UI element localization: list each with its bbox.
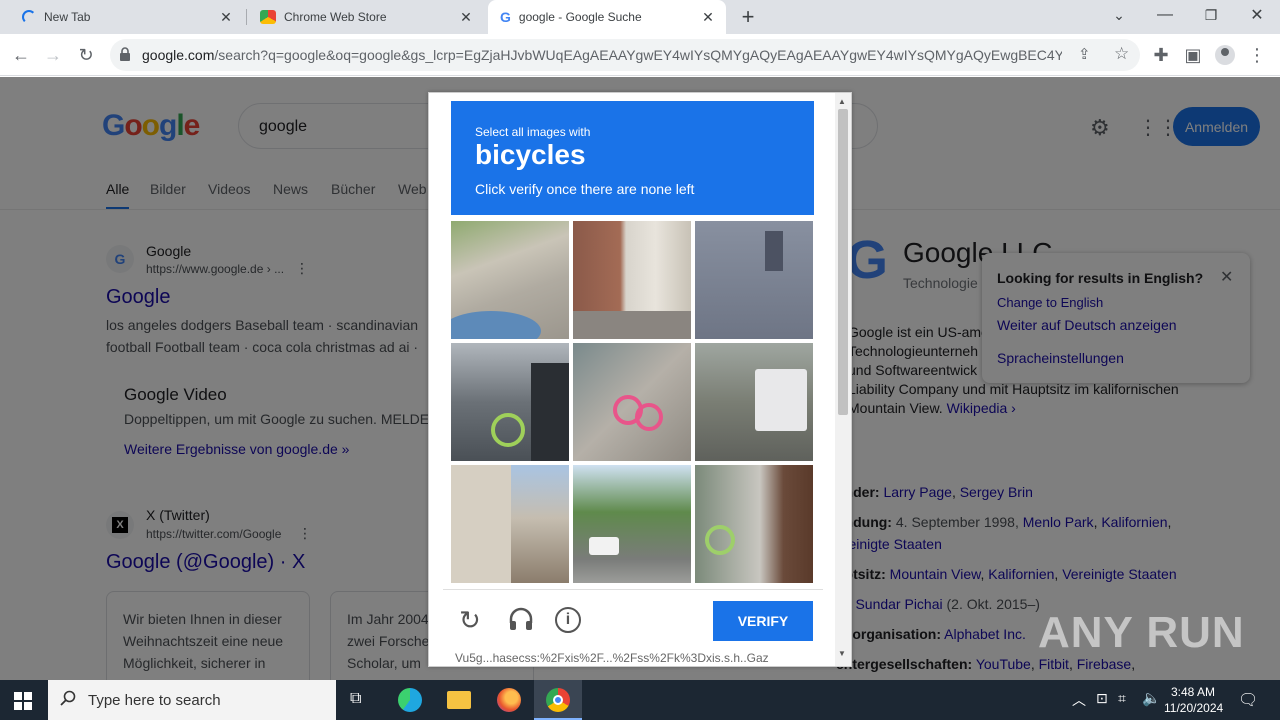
url-text: google.com/search?q=google&oq=google&gs_… bbox=[142, 47, 1062, 63]
network-icon[interactable]: ⊡ bbox=[1096, 690, 1108, 707]
kebab-menu-icon[interactable]: ⋮ bbox=[1244, 42, 1270, 68]
reload-icon[interactable]: ↻ bbox=[459, 605, 481, 636]
minimize-icon[interactable]: — bbox=[1152, 2, 1178, 28]
captcha-tile[interactable] bbox=[573, 465, 691, 583]
captcha-instruction: Select all images with bbox=[475, 125, 591, 139]
recaptcha-challenge: Select all images with bicycles Click ve… bbox=[428, 92, 852, 667]
headphones-icon[interactable] bbox=[507, 605, 535, 638]
taskbar-clock[interactable]: 3:48 AM 11/20/2024 bbox=[1164, 684, 1223, 716]
verify-button[interactable]: VERIFY bbox=[713, 601, 813, 641]
windows-taskbar: Type here to search ⧉ ︿ ⊡ ⌗ 🔈 3:48 AM 11… bbox=[0, 680, 1280, 720]
captcha-header: Select all images with bicycles Click ve… bbox=[451, 101, 814, 215]
close-icon[interactable]: ✕ bbox=[458, 9, 474, 25]
windows-start-icon[interactable] bbox=[14, 692, 32, 715]
chevron-up-icon[interactable]: ︿ bbox=[1072, 690, 1086, 710]
chevron-down-icon[interactable]: ⌄ bbox=[1106, 2, 1132, 28]
tab-chrome-web-store[interactable]: Chrome Web Store ✕ bbox=[248, 0, 484, 34]
new-tab-plus-icon[interactable]: + bbox=[735, 4, 761, 30]
ethernet-icon[interactable]: ⌗ bbox=[1118, 690, 1126, 707]
close-icon[interactable]: ✕ bbox=[700, 9, 716, 25]
chrome-taskbar-button[interactable] bbox=[534, 680, 582, 720]
restore-icon[interactable]: ❐ bbox=[1198, 2, 1224, 28]
info-icon[interactable]: i bbox=[555, 607, 581, 633]
taskbar-search-input[interactable]: Type here to search bbox=[48, 680, 336, 720]
chrome-web-store-icon bbox=[260, 10, 276, 24]
captcha-tile[interactable] bbox=[695, 221, 813, 339]
tab-new-tab[interactable]: New Tab ✕ bbox=[8, 0, 244, 34]
google-g-icon: G bbox=[500, 9, 511, 25]
captcha-tile[interactable] bbox=[451, 465, 569, 583]
captcha-tile[interactable] bbox=[695, 465, 813, 583]
captcha-tile[interactable] bbox=[451, 343, 569, 461]
watermark: ANY RUN bbox=[1038, 608, 1245, 657]
close-window-icon[interactable]: ✕ bbox=[1244, 2, 1270, 28]
captcha-subinstruction: Click verify once there are none left bbox=[475, 181, 695, 197]
search-icon bbox=[60, 690, 76, 711]
scrollbar[interactable]: ▲ ▼ bbox=[835, 93, 851, 666]
browser-toolbar: ← → ↻ google.com/search?q=google&oq=goog… bbox=[0, 34, 1280, 76]
tab-title: google - Google Suche bbox=[518, 10, 642, 24]
volume-icon[interactable]: 🔈 bbox=[1142, 689, 1161, 707]
share-icon[interactable]: ⇪ bbox=[1078, 45, 1091, 63]
lock-icon bbox=[120, 47, 130, 61]
tab-strip: New Tab ✕ Chrome Web Store ✕ G google - … bbox=[0, 0, 1280, 34]
captcha-tile[interactable] bbox=[573, 221, 691, 339]
edge-icon[interactable] bbox=[398, 688, 422, 712]
address-bar[interactable]: google.com/search?q=google&oq=google&gs_… bbox=[110, 39, 1140, 71]
file-explorer-icon[interactable] bbox=[447, 691, 471, 709]
captcha-target: bicycles bbox=[475, 139, 586, 170]
profile-avatar-icon[interactable] bbox=[1212, 42, 1238, 68]
tab-title: New Tab bbox=[44, 10, 91, 24]
star-icon[interactable]: ☆ bbox=[1114, 44, 1129, 64]
reload-icon[interactable]: ↻ bbox=[73, 42, 99, 68]
loading-icon bbox=[22, 10, 36, 24]
tab-google-suche[interactable]: G google - Google Suche ✕ bbox=[488, 0, 726, 34]
back-arrow-icon[interactable]: ← bbox=[8, 42, 34, 68]
captcha-tile[interactable] bbox=[695, 343, 813, 461]
tab-title: Chrome Web Store bbox=[284, 10, 387, 24]
notification-icon[interactable]: 🗨 bbox=[1238, 690, 1258, 710]
task-view-icon[interactable]: ⧉ bbox=[350, 690, 361, 708]
side-panel-icon[interactable]: ▣ bbox=[1180, 42, 1206, 68]
captcha-footer-text: Vu5g...hasecss:%2Fxis%2F...%2Fss%2Fk%3Dx… bbox=[455, 651, 769, 665]
close-icon[interactable]: ✕ bbox=[218, 9, 234, 25]
captcha-tile[interactable] bbox=[573, 343, 691, 461]
scrollbar-thumb[interactable] bbox=[838, 109, 848, 415]
extensions-puzzle-icon[interactable]: ✚ bbox=[1148, 42, 1174, 68]
firefox-icon[interactable] bbox=[497, 688, 521, 712]
forward-arrow-icon[interactable]: → bbox=[40, 42, 66, 68]
chrome-icon bbox=[546, 688, 570, 712]
captcha-tile[interactable] bbox=[451, 221, 569, 339]
